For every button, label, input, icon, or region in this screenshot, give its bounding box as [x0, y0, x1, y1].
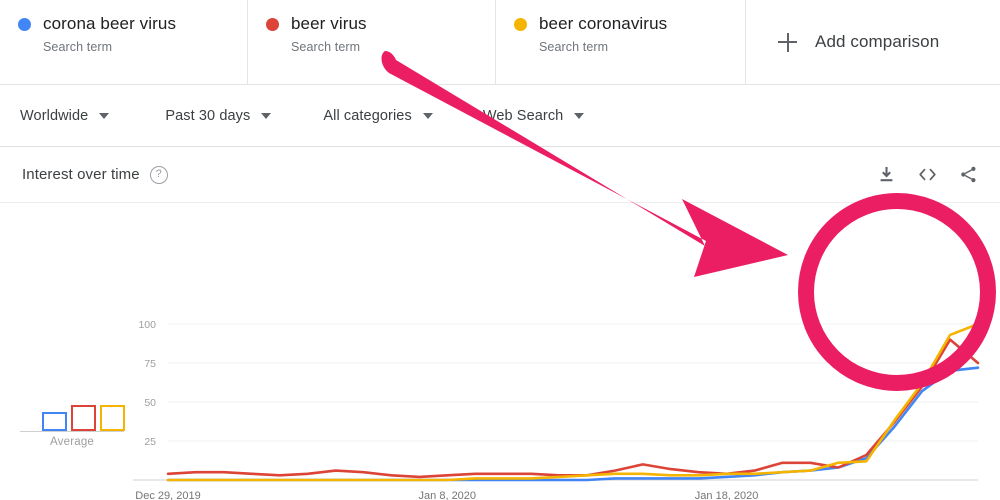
search-term-1-type: Search term [43, 40, 113, 54]
chevron-down-icon [422, 112, 433, 119]
chevron-down-icon [574, 112, 585, 119]
average-bar-0 [42, 412, 67, 431]
question-mark-icon[interactable]: ? [149, 165, 168, 184]
embed-code-icon[interactable] [918, 165, 937, 184]
download-icon[interactable] [877, 165, 896, 184]
search-term-3-label: beer coronavirus [539, 14, 668, 33]
search-terms-row: corona beer virus Search term beer virus… [0, 0, 1000, 85]
search-term-card-3[interactable]: beer coronavirus Search term [496, 0, 746, 84]
average-bars [20, 403, 130, 431]
filter-category[interactable]: All categories [323, 107, 433, 124]
chart-plot-area: 25 50 75 100 Dec 29, 2019 Jan 8, 2020 Jan 18, … [0, 203, 1000, 500]
y-tick-50: 50 [144, 397, 156, 409]
trends-line-chart: 25 50 75 100 Dec 29, 2019 Jan 8, 2020 Jan 18, … [133, 319, 980, 500]
average-baseline [20, 431, 124, 432]
chevron-down-icon [261, 112, 272, 119]
filter-location-label: Worldwide [20, 107, 89, 124]
chart-toolbar [877, 165, 978, 184]
filter-category-label: All categories [323, 107, 412, 124]
filter-time-range[interactable]: Past 30 days [165, 107, 272, 124]
y-tick-75: 75 [144, 358, 156, 370]
search-term-1-header: corona beer virus [18, 14, 247, 34]
filters-row: Worldwide Past 30 days All categories We… [0, 85, 1000, 147]
search-term-2-type: Search term [291, 40, 361, 54]
y-tick-25: 25 [144, 436, 156, 448]
series-color-dot-yellow [514, 17, 527, 31]
series-line-0 [166, 366, 980, 482]
chevron-down-icon [99, 112, 110, 119]
chart-header: Interest over time ? [0, 147, 1000, 203]
series-line-1 [166, 338, 980, 479]
chart-title: Interest over time [22, 166, 140, 183]
average-legend-widget: Average [20, 403, 130, 448]
x-tick-1: Jan 8, 2020 [419, 490, 477, 500]
search-term-card-2[interactable]: beer virus Search term [248, 0, 496, 84]
average-label: Average [49, 436, 95, 448]
share-icon[interactable] [959, 165, 978, 184]
series-color-dot-red [266, 17, 279, 31]
filter-search-type[interactable]: Web Search [483, 108, 585, 124]
x-tick-2: Jan 18, 2020 [695, 490, 759, 500]
google-trends-screenshot: corona beer virus Search term beer virus… [0, 0, 1000, 500]
plus-icon [778, 32, 797, 52]
search-term-1-label: corona beer virus [43, 14, 177, 33]
search-term-2-header: beer virus [266, 14, 495, 34]
filter-location[interactable]: Worldwide [20, 107, 110, 124]
y-tick-100: 100 [138, 319, 156, 331]
x-tick-0: Dec 29, 2019 [135, 490, 200, 500]
add-comparison-label: Add comparison [815, 32, 940, 51]
filter-search-type-label: Web Search [482, 107, 564, 124]
average-bar-1 [71, 405, 96, 431]
filter-time-range-label: Past 30 days [165, 107, 251, 124]
add-comparison-button[interactable]: Add comparison [746, 0, 1000, 84]
search-term-card-1[interactable]: corona beer virus Search term [0, 0, 248, 84]
series-color-dot-blue [18, 17, 31, 31]
search-term-3-header: beer coronavirus [514, 14, 745, 34]
interest-over-time-panel: Interest over time ? 25 50 75 100 Dec 29… [0, 147, 1000, 500]
search-term-3-type: Search term [539, 40, 609, 54]
average-bar-2 [100, 405, 125, 431]
search-term-2-label: beer virus [291, 14, 367, 33]
